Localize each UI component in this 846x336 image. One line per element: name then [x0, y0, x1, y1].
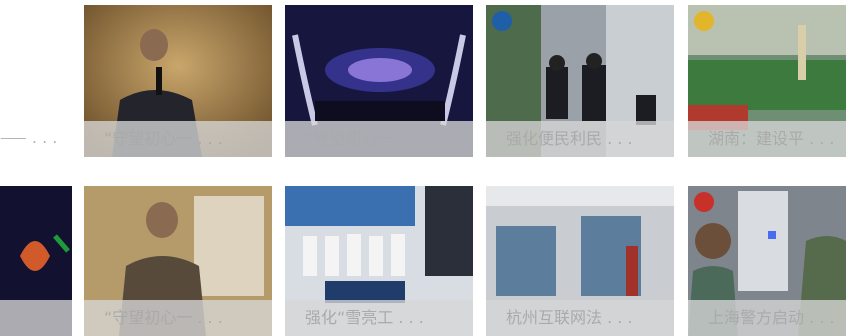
card-caption: 上海警方启动 . . .: [688, 300, 846, 336]
card-caption: . . .: [0, 300, 72, 336]
video-card-8[interactable]: 上海警方启动 . . .: [688, 186, 846, 336]
video-card-3[interactable]: 强化便民利民 . . .: [486, 5, 674, 157]
card-caption: 强化“雪亮工 . . .: [285, 300, 473, 336]
card-caption: “守望初心一 . . .: [84, 121, 272, 157]
video-card-7[interactable]: 杭州互联网法 . . .: [486, 186, 674, 336]
video-card-5[interactable]: “守望初心一 . . .: [84, 186, 272, 336]
video-card-2[interactable]: “守望初心一 . . .: [285, 5, 473, 157]
card-caption: “守望初心一 . . .: [285, 121, 473, 157]
channel-logo-icon: [492, 11, 512, 31]
video-card-1[interactable]: “守望初心一 . . .: [84, 5, 272, 157]
video-card-6[interactable]: 强化“雪亮工 . . .: [285, 186, 473, 336]
card-caption: 强化便民利民 . . .: [486, 121, 674, 157]
video-card-partial-row2[interactable]: . . .: [0, 186, 72, 336]
channel-logo-icon: [694, 11, 714, 31]
partial-caption-row1[interactable]: ⸺ . . .: [0, 120, 72, 156]
video-card-4[interactable]: 湖南：建设平 . . .: [688, 5, 846, 157]
card-caption: 杭州互联网法 . . .: [486, 300, 674, 336]
channel-logo-icon: [694, 192, 714, 212]
card-caption: “守望初心一 . . .: [84, 300, 272, 336]
card-caption: 湖南：建设平 . . .: [688, 121, 846, 157]
